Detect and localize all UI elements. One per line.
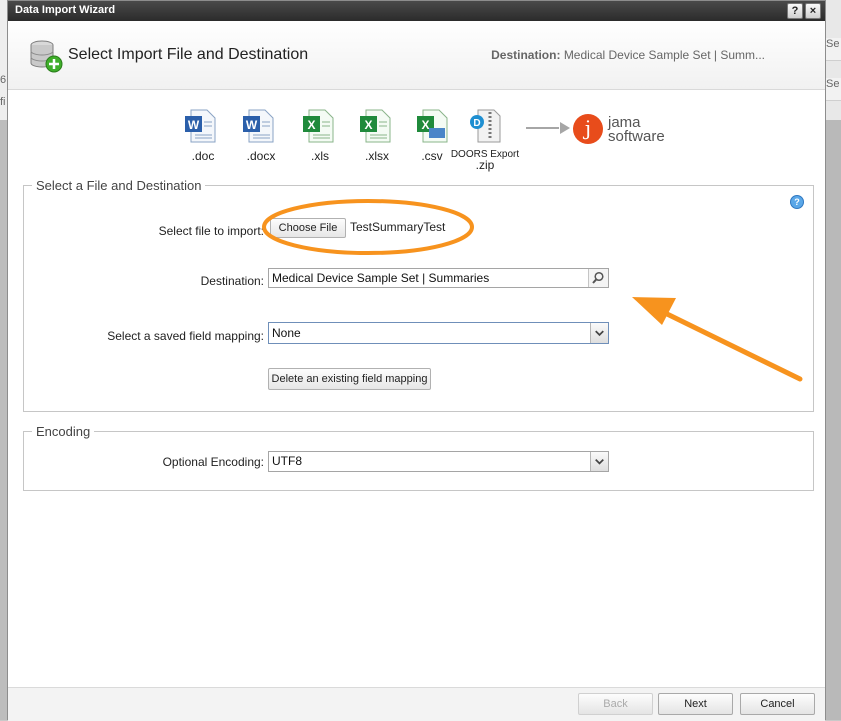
section-legend: Select a File and Destination [32,178,206,193]
svg-text:D: D [473,118,480,129]
file-select-label: Select file to import: [158,224,264,238]
background-right-panel: Se Se [826,0,841,720]
field-mapping-value: None [272,326,301,340]
field-mapping-label: Select a saved field mapping: [107,329,264,343]
background-text: Se [826,38,841,61]
close-button[interactable]: × [805,3,821,19]
background-text: Se [826,78,841,101]
back-button[interactable]: Back [578,693,653,715]
header-destination: Destination: Medical Device Sample Set |… [491,48,765,62]
delete-field-mapping-button[interactable]: Delete an existing field mapping [268,368,431,390]
csv-file-icon: X [417,109,448,143]
page-title: Select Import File and Destination [68,46,309,63]
encoding-select[interactable]: UTF8 [268,451,609,472]
background-text: fi [0,96,6,108]
encoding-value: UTF8 [272,454,302,468]
header-destination-value: Medical Device Sample Set | Summ... [563,48,765,62]
destination-value: Medical Device Sample Set | Summaries [272,271,490,285]
window-title: Data Import Wizard [15,4,116,16]
chevron-down-icon[interactable] [590,452,608,471]
selected-file-name: TestSummaryTest [350,220,446,234]
file-type-label: .xlsx [365,149,389,163]
zip-archive-icon: D [470,109,501,143]
word-doc-icon: W [185,109,216,143]
choose-file-button[interactable]: Choose File [270,218,346,238]
excel-xlsx-icon: X [360,109,391,143]
field-mapping-select[interactable]: None [268,322,609,344]
svg-text:X: X [307,118,315,132]
header-destination-label: Destination: [491,48,561,62]
title-bar: Data Import Wizard ? × [8,1,825,21]
svg-text:X: X [364,118,372,132]
encoding-label: Optional Encoding: [162,455,264,469]
jama-logo-mark: j [573,114,603,144]
destination-label: Destination: [200,274,264,288]
excel-xls-icon: X [303,109,334,143]
section-legend: Encoding [32,424,95,439]
word-docx-icon: W [243,109,274,143]
cancel-button[interactable]: Cancel [740,693,815,715]
background-strip [826,120,841,720]
svg-text:W: W [188,118,200,132]
jama-logo-text: software [608,128,665,145]
help-icon[interactable]: ? [790,195,804,209]
destination-field[interactable]: Medical Device Sample Set | Summaries [268,268,609,288]
zip-label: .zip [475,158,495,172]
file-type-label: .doc [191,149,215,163]
chevron-down-icon[interactable] [590,323,608,343]
svg-text:X: X [421,118,429,132]
wizard-footer: Back Next Cancel [8,687,825,721]
file-type-label: .docx [246,149,276,163]
background-text: 6 [0,74,7,86]
help-button[interactable]: ? [787,3,803,19]
file-type-label: DOORS Export .zip [448,149,522,172]
svg-text:W: W [246,118,258,132]
file-type-label: .xls [311,149,329,163]
wizard-header: Select Import File and Destination Desti… [8,21,825,90]
import-wizard-dialog: Data Import Wizard ? × Select Import Fil… [7,0,826,721]
next-button[interactable]: Next [658,693,733,715]
database-add-icon [30,40,63,73]
search-icon[interactable] [588,269,608,287]
